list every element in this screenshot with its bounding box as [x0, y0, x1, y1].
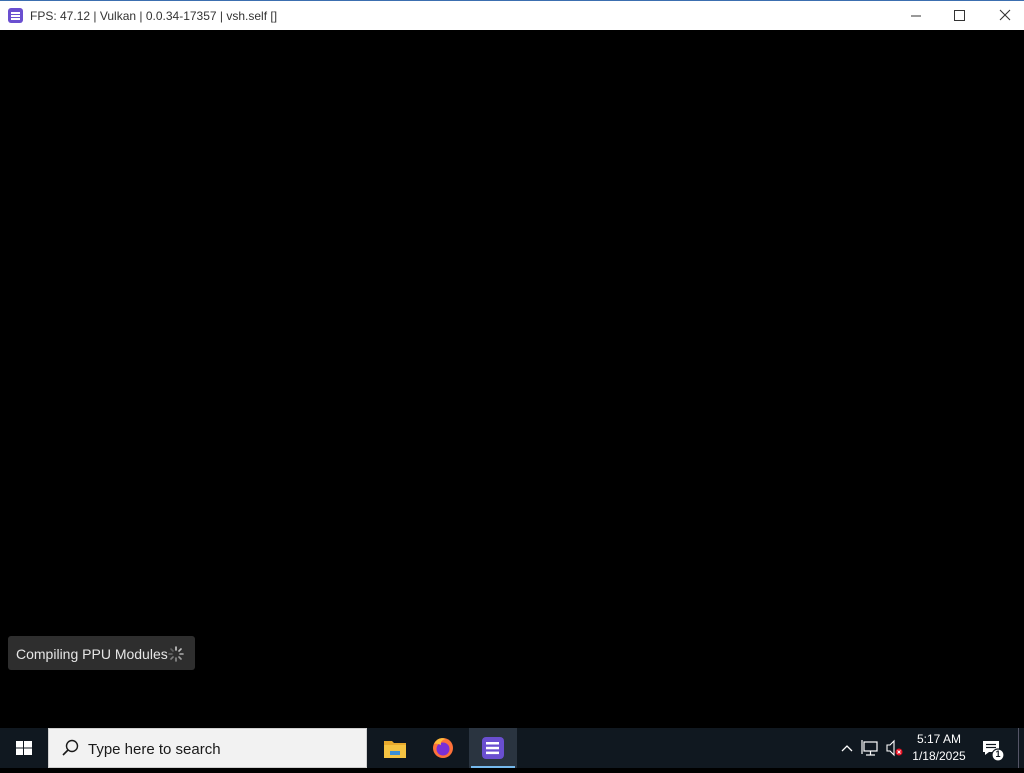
action-center-icon	[983, 741, 1005, 762]
taskbar-search-box[interactable]: Type here to search	[48, 728, 367, 768]
windows-logo-icon	[16, 741, 32, 755]
action-center-button[interactable]: 1	[978, 728, 1010, 768]
volume-muted-icon	[886, 739, 903, 757]
taskbar-app-firefox[interactable]	[419, 728, 467, 768]
taskbar-clock[interactable]: 5:17 AM 1/18/2025	[908, 731, 970, 767]
compile-notification: Compiling PPU Modules	[8, 636, 195, 670]
compile-notification-text: Compiling PPU Modules	[16, 646, 168, 662]
maximize-icon	[954, 10, 965, 21]
volume-button[interactable]	[884, 728, 906, 768]
maximize-button[interactable]	[936, 1, 982, 30]
show-desktop-button[interactable]	[1018, 728, 1024, 768]
rpcs3-app-icon	[482, 737, 504, 759]
folder-icon	[384, 741, 406, 758]
close-button[interactable]	[982, 1, 1024, 30]
taskbar: Type here to search 5:17 AM 1/18/2025 1	[0, 728, 1024, 768]
chevron-up-icon	[841, 745, 853, 752]
notification-count-badge: 1	[995, 749, 1001, 759]
spinner-icon	[168, 646, 184, 662]
network-status-button[interactable]	[859, 728, 883, 768]
minimize-icon	[911, 15, 921, 17]
taskbar-app-file-explorer[interactable]	[371, 728, 419, 768]
start-button[interactable]	[0, 728, 48, 768]
show-hidden-icons-button[interactable]	[836, 728, 858, 768]
clock-time: 5:17 AM	[916, 732, 962, 746]
search-icon	[62, 739, 79, 756]
minimize-button[interactable]	[892, 1, 938, 30]
rpcs3-app-icon	[8, 8, 23, 23]
close-icon	[999, 9, 1011, 21]
network-icon	[861, 740, 878, 756]
clock-date: 1/18/2025	[912, 749, 966, 763]
taskbar-app-rpcs3[interactable]	[469, 728, 517, 768]
window-titlebar[interactable]: FPS: 47.12 | Vulkan | 0.0.34-17357 | vsh…	[0, 0, 1024, 30]
game-viewport[interactable]	[0, 30, 1024, 728]
search-placeholder: Type here to search	[88, 741, 221, 758]
window-title: FPS: 47.12 | Vulkan | 0.0.34-17357 | vsh…	[30, 9, 278, 23]
firefox-icon	[433, 738, 453, 758]
